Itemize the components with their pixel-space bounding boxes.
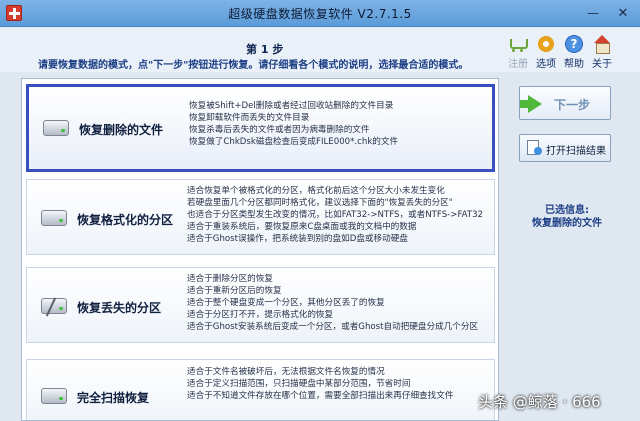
mode-desc-line: 适合于文件名被破坏后，无法根据文件名恢复的情况 bbox=[187, 367, 385, 377]
open-results-label: 打开扫描结果 bbox=[546, 146, 606, 157]
next-button[interactable]: 下一步 bbox=[519, 86, 611, 120]
help-button[interactable]: ? 帮助 bbox=[560, 35, 588, 70]
mode-description: 恢复被Shift+Del删除或者经过回收站删除的文件目录 恢复卸载软件而丢失的文… bbox=[189, 100, 498, 148]
mode-desc-line: 适合于Ghost误操作，把系统装到别的盘如D盘或移动硬盘 bbox=[187, 234, 408, 244]
selected-label: 已选信息: bbox=[545, 205, 589, 216]
next-label: 下一步 bbox=[554, 98, 591, 112]
mode-desc-line: 若硬盘里面几个分区都同时格式化，建议选择下面的"恢复丢失的分区" bbox=[187, 198, 453, 208]
options-button[interactable]: 选项 bbox=[532, 35, 560, 70]
mode-desc-line: 恢复被Shift+Del删除或者经过回收站删除的文件目录 bbox=[189, 101, 394, 111]
mode-desc-line: 适合于整个硬盘变成一个分区，其他分区丢了的恢复 bbox=[187, 298, 385, 308]
disk-icon bbox=[41, 210, 67, 226]
mode-title: 完全扫描恢复 bbox=[77, 391, 150, 405]
watermark: 头条 @鲸落 · 666 bbox=[478, 393, 601, 411]
arrow-right-icon bbox=[520, 95, 542, 113]
mode-list: 恢复删除的文件 恢复被Shift+Del删除或者经过回收站删除的文件目录 恢复卸… bbox=[21, 78, 499, 421]
mode-recover-formatted[interactable]: 恢复格式化的分区 适合恢复单个被格式化的分区，格式化前后这个分区大小未发生变化 … bbox=[26, 179, 495, 255]
help-label: 帮助 bbox=[564, 59, 584, 70]
title-bar: 超级硬盘数据恢复软件 V2.7.1.5 — ✕ bbox=[0, 0, 640, 27]
about-button[interactable]: 关于 bbox=[588, 35, 616, 70]
disk-icon bbox=[41, 388, 67, 404]
minimize-button[interactable]: — bbox=[582, 4, 604, 22]
instruction-text: 请要恢复数据的模式，点"下一步"按钮进行恢复。请仔细看各个模式的说明，选择最合适… bbox=[38, 60, 469, 71]
mode-full-scan[interactable]: 完全扫描恢复 适合于文件名被破坏后，无法根据文件名恢复的情况 适合于定义扫描范围… bbox=[26, 359, 496, 420]
disk-icon bbox=[43, 120, 69, 136]
mode-desc-line: 也适合于分区类型发生改变的情况，比如FAT32->NTFS，或者NTFS->FA… bbox=[187, 210, 484, 220]
step-title: 第 1 步 bbox=[246, 43, 284, 56]
selected-value: 恢复删除的文件 bbox=[532, 218, 602, 229]
cart-icon bbox=[508, 35, 528, 53]
mode-desc-line: 适合于Ghost安装系统后变成一个分区，或者Ghost自动把硬盘分成几个分区 bbox=[187, 322, 479, 332]
mode-description: 适合恢复单个被格式化的分区，格式化前后这个分区大小未发生变化 若硬盘里面几个分区… bbox=[187, 185, 496, 245]
close-button[interactable]: ✕ bbox=[610, 4, 636, 22]
mode-desc-line: 适合于删除分区的恢复 bbox=[187, 274, 273, 284]
mode-desc-line: 适合于定义扫描范围，只扫描硬盘中某部分范围，节省时间 bbox=[187, 379, 411, 389]
mode-desc-line: 适合于不知道文件存放在哪个位置，需要全部扫描出来再仔细查找文件 bbox=[187, 391, 454, 401]
mode-description: 适合于删除分区的恢复 适合于重新分区后的恢复 适合于整个硬盘变成一个分区，其他分… bbox=[187, 273, 496, 333]
mode-desc-line: 适合于分区打不开，提示格式化的恢复 bbox=[187, 310, 334, 320]
window-title: 超级硬盘数据恢复软件 V2.7.1.5 bbox=[228, 7, 412, 21]
open-results-button[interactable]: 打开扫描结果 bbox=[519, 134, 611, 162]
mode-desc-line: 适合恢复单个被格式化的分区，格式化前后这个分区大小未发生变化 bbox=[187, 186, 445, 196]
options-label: 选项 bbox=[536, 59, 556, 70]
mode-title: 恢复格式化的分区 bbox=[77, 213, 174, 227]
mode-desc-line: 恢复杀毒后丢失的文件或者因为病毒删除的文件 bbox=[189, 125, 370, 135]
mode-desc-line: 适合于重装系统后，要恢复原来C盘桌面或我的文档中的数据 bbox=[187, 222, 417, 232]
selected-info: 已选信息: 恢复删除的文件 bbox=[512, 204, 622, 230]
mode-desc-line: 恢复卸载软件而丢失的文件目录 bbox=[189, 113, 310, 123]
help-icon: ? bbox=[564, 35, 584, 53]
home-icon bbox=[592, 35, 612, 54]
mode-description: 适合于文件名被破坏后，无法根据文件名恢复的情况 适合于定义扫描范围，只扫描硬盘中… bbox=[187, 366, 496, 402]
mode-desc-line: 适合于重新分区后的恢复 bbox=[187, 286, 282, 296]
mode-recover-lost-partition[interactable]: 恢复丢失的分区 适合于删除分区的恢复 适合于重新分区后的恢复 适合于整个硬盘变成… bbox=[26, 267, 495, 343]
mode-title: 恢复删除的文件 bbox=[79, 123, 164, 137]
about-label: 关于 bbox=[592, 59, 612, 70]
mode-recover-deleted[interactable]: 恢复删除的文件 恢复被Shift+Del删除或者经过回收站删除的文件目录 恢复卸… bbox=[26, 84, 495, 172]
mode-title: 恢复丢失的分区 bbox=[77, 301, 162, 315]
register-button[interactable]: 注册 bbox=[504, 35, 532, 70]
close-icon: ✕ bbox=[617, 6, 629, 21]
file-icon bbox=[527, 140, 542, 155]
broken-disk-icon bbox=[41, 298, 67, 314]
mode-desc-line: 恢复做了ChkDsk磁盘检查后变成FILE000*.chk的文件 bbox=[189, 137, 399, 147]
register-label: 注册 bbox=[508, 59, 528, 70]
gear-icon bbox=[536, 35, 556, 53]
